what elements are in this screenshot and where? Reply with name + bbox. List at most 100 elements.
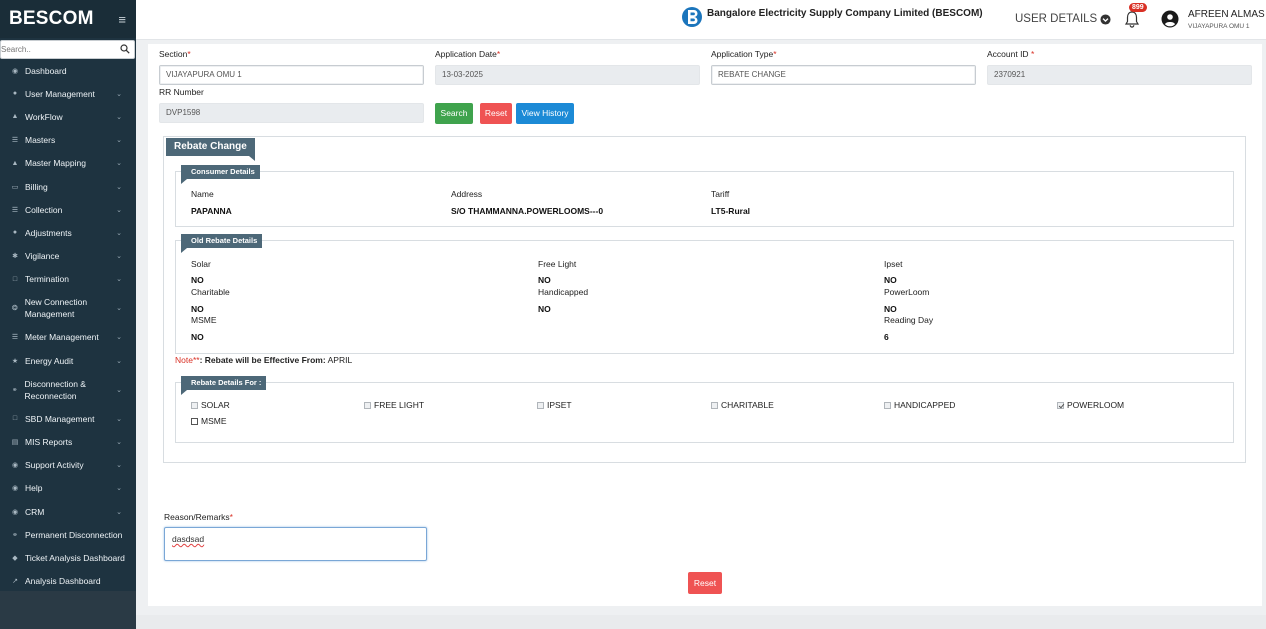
rebate-note: Note**: Rebate will be Effective From: A…: [175, 355, 352, 365]
checkbox-box[interactable]: [191, 401, 198, 409]
reset-button[interactable]: Reset: [480, 103, 512, 124]
sidebar-item-new-connection-management[interactable]: ❂ New Connection Management ⌄: [0, 291, 136, 326]
checkbox-box[interactable]: [364, 401, 371, 409]
consumer-details-title: Consumer Details: [181, 165, 260, 184]
sidebar-item-label: SBD Management: [25, 413, 95, 424]
sidebar-item-workflow[interactable]: ▲ WorkFlow ⌄: [0, 105, 136, 128]
sidebar-item-label: WorkFlow: [25, 111, 63, 122]
list-icon: ☰: [11, 206, 19, 214]
user-icon: ●: [12, 90, 18, 98]
checkbox-label: SOLAR: [201, 400, 230, 410]
help-icon: ◉: [11, 485, 19, 493]
sidebar-item-label: CRM: [25, 506, 45, 517]
sidebar-item-label: Master Mapping: [25, 158, 86, 169]
sidebar-item-crm[interactable]: ◉ CRM ⌄: [0, 500, 136, 523]
bell-icon[interactable]: [1124, 10, 1140, 28]
chevron-down-icon: ⌄: [116, 160, 122, 168]
sidebar-item-sbd-management[interactable]: □ SBD Management ⌄: [0, 407, 136, 430]
checkbox-box[interactable]: [884, 401, 891, 409]
view-history-button[interactable]: View History: [516, 103, 574, 124]
checkbox-label: MSME: [201, 416, 227, 426]
sidebar-item-ticket-analysis-dashboard[interactable]: ◆ Ticket Analysis Dashboard: [0, 546, 136, 569]
sidebar-item-label: Masters: [25, 135, 56, 146]
sidebar-item-label: Ticket Analysis Dashboard: [25, 552, 125, 563]
search-icon[interactable]: [120, 44, 130, 54]
user-details-dropdown[interactable]: USER DETAILS: [1015, 13, 1111, 25]
msme-value: NO: [191, 332, 204, 342]
rebate-change-panel: Rebate Change Consumer Details Name PAPA…: [163, 136, 1246, 463]
hamburger-menu-icon[interactable]: ≡: [118, 12, 126, 27]
sidebar-item-energy-audit[interactable]: ★ Energy Audit ⌄: [0, 349, 136, 372]
rebate-change-title: Rebate Change: [166, 138, 255, 161]
checkbox-box[interactable]: [711, 401, 718, 409]
charitable-label: Charitable: [191, 287, 230, 297]
sidebar-item-dashboard[interactable]: ◉ Dashboard: [0, 59, 136, 82]
bescom-logo-icon: [681, 3, 703, 31]
sidebar-item-collection[interactable]: ☰ Collection ⌄: [0, 198, 136, 221]
section-field[interactable]: VIJAYAPURA OMU 1: [159, 65, 424, 85]
application-type-label: Application Type*: [711, 49, 777, 59]
tariff-label: Tariff: [711, 189, 730, 199]
chart-icon: ▤: [11, 439, 19, 447]
checkbox-box[interactable]: [537, 401, 544, 409]
sidebar-item-adjustments[interactable]: ● Adjustments ⌄: [0, 221, 136, 244]
powerloom-label: PowerLoom: [884, 287, 930, 297]
company-name: Bangalore Electricity Supply Company Lim…: [707, 8, 983, 19]
checkbox-free-light[interactable]: FREE LIGHT: [364, 400, 424, 410]
chevron-down-icon: ⌄: [116, 357, 122, 365]
sidebar-item-label: Permanent Disconnection: [25, 529, 123, 540]
checkbox-label: IPSET: [547, 400, 572, 410]
checkbox-handicapped[interactable]: HANDICAPPED: [884, 400, 955, 410]
chevron-down-icon: ⌄: [116, 462, 122, 470]
sidebar-item-meter-management[interactable]: ☰ Meter Management ⌄: [0, 326, 136, 349]
name-value: PAPANNA: [191, 206, 232, 216]
chevron-down-icon: ⌄: [116, 90, 122, 98]
chevron-down-icon: ⌄: [116, 183, 122, 191]
checkbox-label: HANDICAPPED: [894, 400, 956, 410]
sidebar-item-label: Analysis Dashboard: [25, 576, 101, 587]
checkbox-box[interactable]: [1057, 401, 1064, 409]
brand-header: BESCOM ≡: [0, 0, 136, 38]
sidebar-item-masters[interactable]: ☰ Masters ⌄: [0, 129, 136, 152]
sidebar-item-termination[interactable]: □ Termination ⌄: [0, 268, 136, 291]
sidebar-item-disconnection-reconnection[interactable]: ⚭ Disconnection & Reconnection ⌄: [0, 372, 136, 407]
checkbox-charitable[interactable]: CHARITABLE: [711, 400, 774, 410]
checkbox-ipset[interactable]: IPSET: [537, 400, 572, 410]
sidebar-item-billing[interactable]: ▭ Billing ⌄: [0, 175, 136, 198]
checkbox-msme[interactable]: MSME: [191, 416, 227, 426]
checkbox-powerloom[interactable]: POWERLOOM: [1057, 400, 1124, 410]
sidebar-item-master-mapping[interactable]: ▲ Master Mapping ⌄: [0, 152, 136, 175]
list-icon: ☰: [11, 137, 19, 145]
sidebar-item-support-activity[interactable]: ◉ Support Activity ⌄: [0, 454, 136, 477]
account-id-label: Account ID *: [987, 49, 1035, 59]
chevron-down-icon: ⌄: [116, 305, 122, 313]
user-name: AFREEN ALMAS: [1188, 9, 1265, 20]
sidebar-item-analysis-dashboard[interactable]: ↗ Analysis Dashboard: [0, 570, 136, 593]
main-content: Section* VIJAYAPURA OMU 1 Application Da…: [148, 44, 1262, 606]
bottom-reset-button[interactable]: Reset: [688, 572, 722, 594]
application-type-field[interactable]: REBATE CHANGE: [711, 65, 976, 85]
sidebar-item-mis-reports[interactable]: ▤ MIS Reports ⌄: [0, 430, 136, 453]
sidebar-search-input[interactable]: [1, 45, 119, 54]
workflow-icon: ▲: [11, 113, 19, 121]
chevron-down-icon: ⌄: [116, 334, 122, 342]
checkbox-solar[interactable]: SOLAR: [191, 400, 230, 410]
link-icon: ⚭: [11, 386, 18, 394]
sidebar-item-user-management[interactable]: ● User Management ⌄: [0, 82, 136, 105]
user-avatar-icon[interactable]: [1161, 10, 1179, 28]
chevron-down-icon: ⌄: [116, 415, 122, 423]
users-icon: ●: [12, 229, 18, 237]
sidebar-item-label: Billing: [25, 181, 48, 192]
address-label: Address: [451, 189, 483, 199]
sidebar-item-permanent-disconnection[interactable]: ⚭ Permanent Disconnection: [0, 523, 136, 546]
plug-icon: ❂: [11, 305, 18, 313]
old-rebate-details-box: Old Rebate Details Solar NO Free Light N…: [175, 234, 1234, 354]
rr-number-field[interactable]: DVP1598: [159, 103, 424, 123]
dashboard-icon: ◉: [11, 67, 19, 75]
sidebar-item-help[interactable]: ◉ Help ⌄: [0, 477, 136, 500]
sidebar-item-vigilance[interactable]: ✱ Vigilance ⌄: [0, 245, 136, 268]
remarks-textarea[interactable]: dasdsad: [164, 527, 427, 561]
search-button[interactable]: Search: [435, 103, 473, 124]
checkbox-box[interactable]: [191, 417, 198, 425]
sidebar-item-label: Energy Audit: [25, 355, 74, 366]
